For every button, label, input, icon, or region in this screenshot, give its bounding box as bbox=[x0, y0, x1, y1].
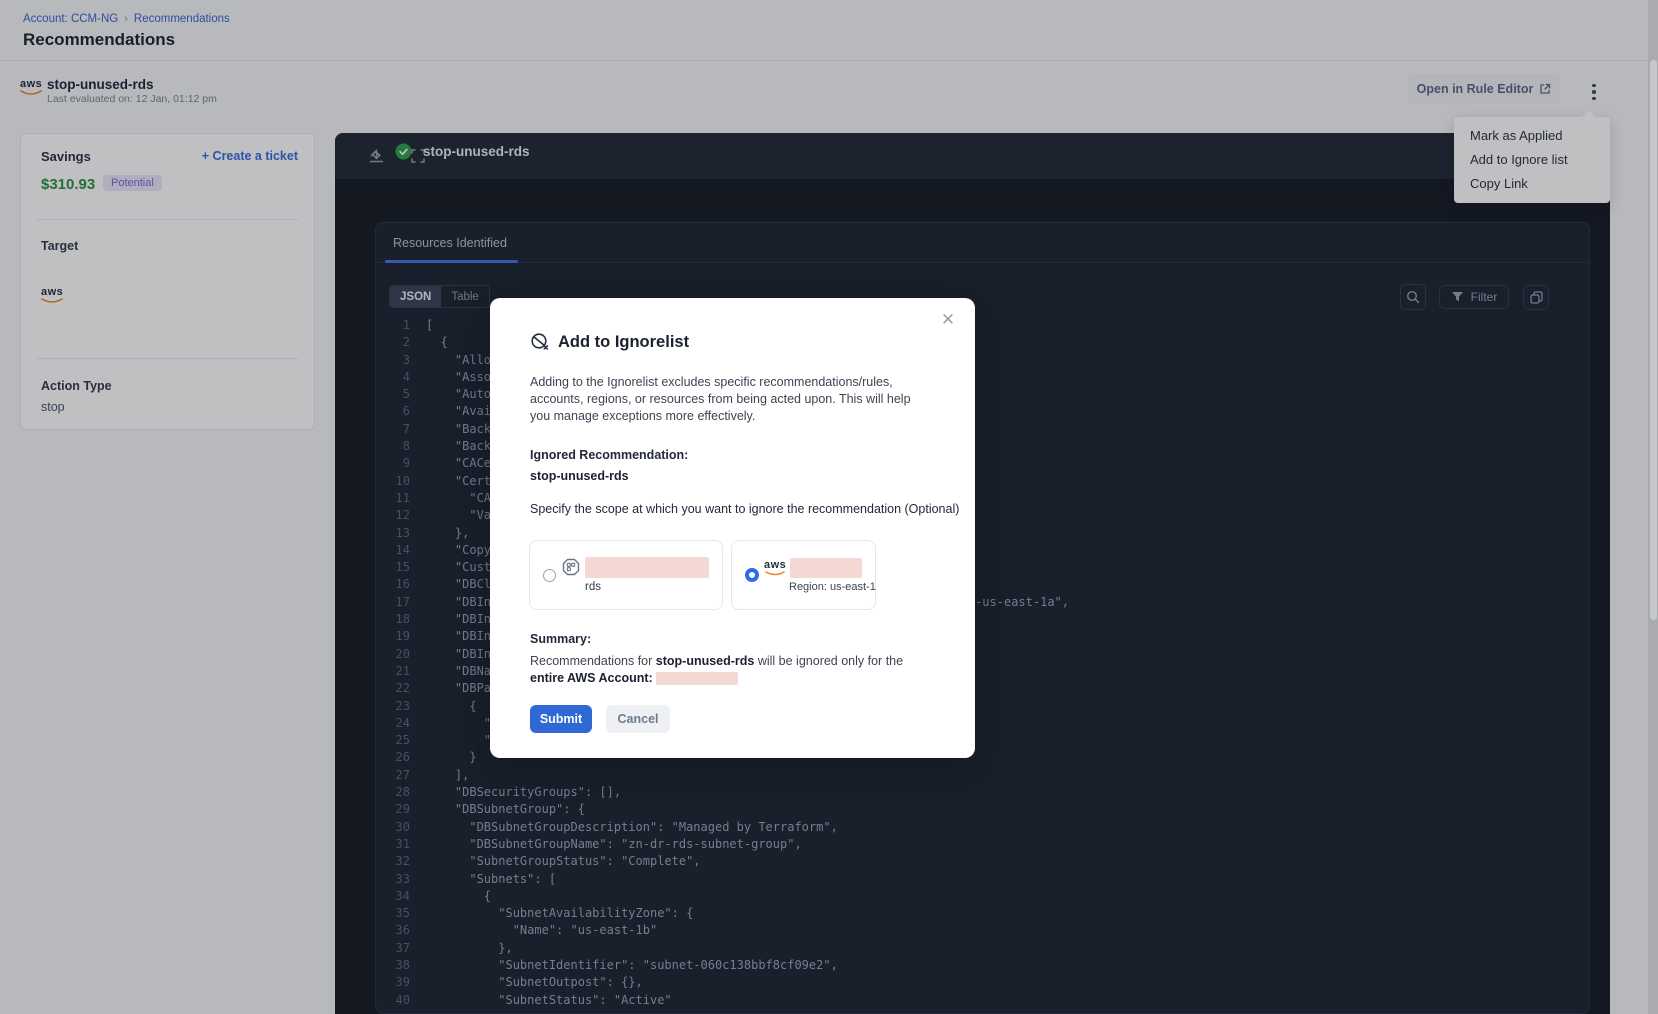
close-icon[interactable]: ✕ bbox=[936, 308, 960, 332]
scrollbar-thumb[interactable] bbox=[1650, 60, 1657, 620]
ignored-recommendation-value: stop-unused-rds bbox=[530, 469, 629, 483]
redacted-summary-account bbox=[656, 672, 738, 685]
redacted-resource-id bbox=[585, 557, 709, 578]
aws-option-logo-icon: aws bbox=[764, 560, 786, 576]
scrollbar-track[interactable] bbox=[1648, 0, 1658, 1014]
scope-options: rds aws Region: us-east-1 bbox=[529, 540, 876, 610]
redacted-account-id bbox=[790, 558, 862, 578]
submit-button[interactable]: Submit bbox=[530, 705, 592, 733]
radio-unselected[interactable] bbox=[543, 569, 556, 582]
scope-label: Specify the scope at which you want to i… bbox=[530, 501, 960, 518]
scope-option-resource-label: rds bbox=[585, 581, 709, 593]
rule-resource-icon bbox=[561, 557, 581, 578]
modal-title: Add to Ignorelist bbox=[558, 333, 689, 352]
summary-text: Recommendations for stop-unused-rds will… bbox=[530, 653, 940, 687]
radio-selected[interactable] bbox=[745, 568, 759, 582]
modal-description: Adding to the Ignorelist excludes specif… bbox=[530, 374, 922, 425]
ignore-ban-icon bbox=[530, 332, 550, 352]
summary-label: Summary: bbox=[530, 632, 591, 646]
scope-option-account[interactable]: aws Region: us-east-1 bbox=[731, 540, 876, 610]
add-to-ignorelist-modal: ✕ Add to Ignorelist Adding to the Ignore… bbox=[490, 298, 975, 758]
ignored-recommendation-label: Ignored Recommendation: bbox=[530, 448, 688, 462]
scope-option-resource[interactable]: rds bbox=[529, 540, 723, 610]
screen: Account: CCM-NG›Recommendations Recommen… bbox=[0, 0, 1658, 1014]
cancel-button[interactable]: Cancel bbox=[606, 705, 670, 733]
scope-option-account-label: Region: us-east-1 bbox=[789, 581, 876, 593]
